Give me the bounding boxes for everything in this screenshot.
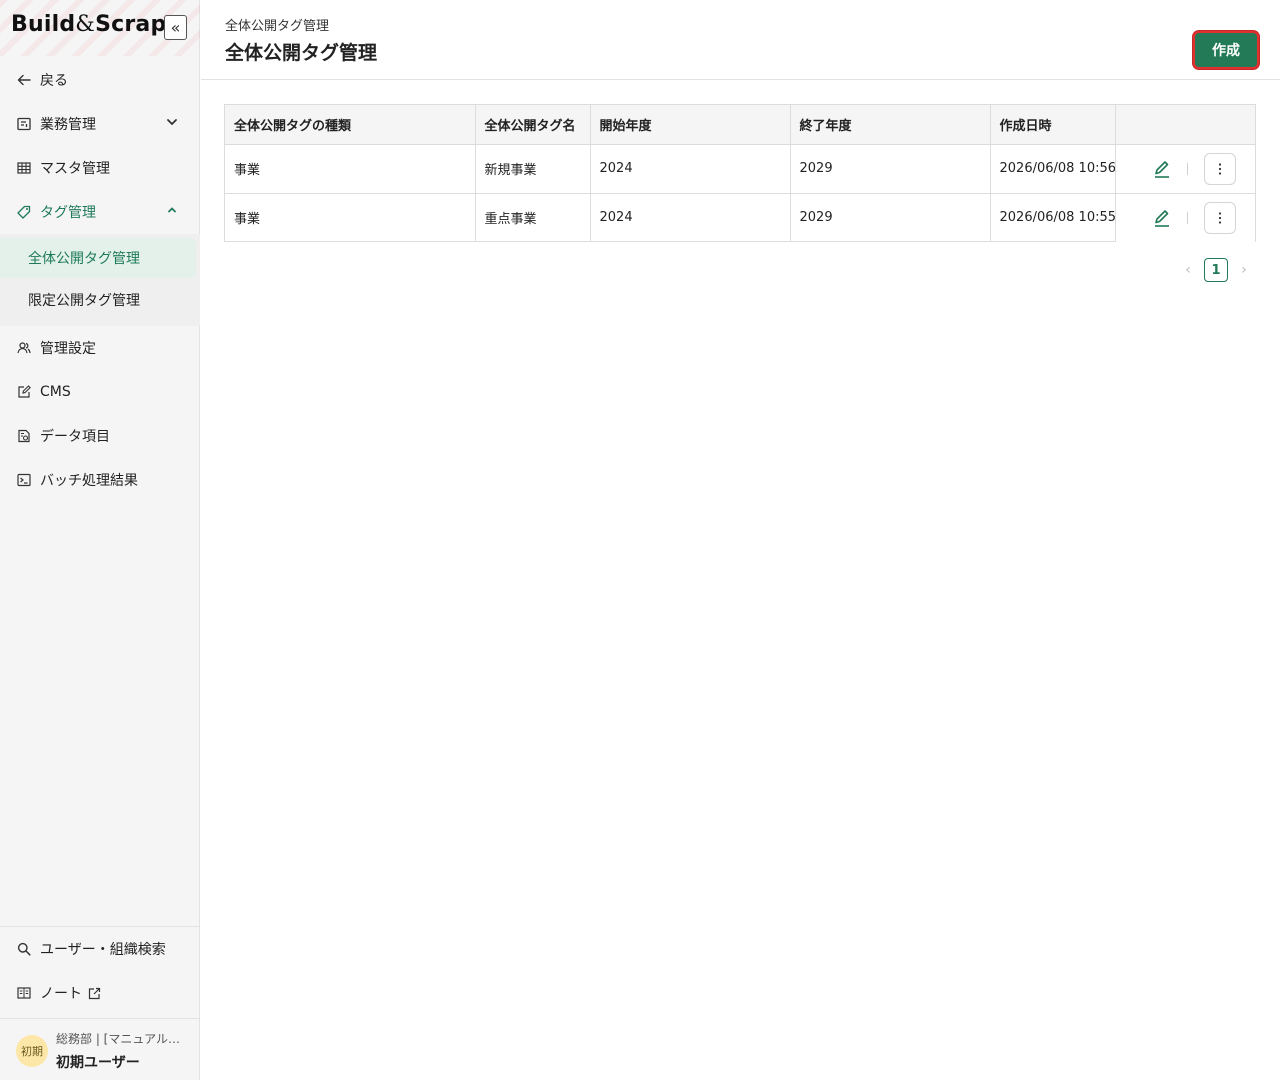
- cell-start-year: 2024: [590, 144, 791, 194]
- divider: [1186, 211, 1188, 224]
- divider: [1186, 162, 1188, 175]
- column-header-start-year[interactable]: 開始年度: [590, 105, 791, 145]
- sidebar-item-tags[interactable]: タグ管理: [0, 190, 200, 234]
- edit-icon: [16, 384, 32, 400]
- user-organization: 総務部 | [マニュアル…: [56, 1032, 180, 1046]
- cell-end-year: 2029: [790, 144, 991, 194]
- avatar: 初期: [16, 1035, 48, 1067]
- task-icon: [16, 116, 32, 132]
- cell-tag-type: 事業: [225, 193, 476, 242]
- sidebar-item-admin-settings[interactable]: 管理設定: [0, 326, 200, 370]
- cell-created-at: 2026/06/08 10:56:0: [990, 144, 1116, 194]
- column-header-actions: [1115, 105, 1255, 145]
- page-header: 全体公開タグ管理 全体公開タグ管理 作成: [201, 0, 1280, 80]
- table-icon: [16, 160, 32, 176]
- back-label: 戻る: [40, 73, 68, 89]
- kebab-menu-icon: [1218, 212, 1221, 224]
- sidebar-nav: 戻る 業務管理 マスタ管理 タグ管理 全体公開タグ管理 限定公開タグ管理 管理設…: [0, 58, 200, 502]
- cell-start-year: 2024: [590, 193, 791, 242]
- sidebar-subitem-public-tags[interactable]: 全体公開タグ管理: [0, 238, 196, 278]
- sidebar-item-label: データ項目: [40, 429, 110, 445]
- column-header-tag-type[interactable]: 全体公開タグの種類: [225, 105, 476, 145]
- table-row[interactable]: 事業 新規事業 2024 2029 2026/06/08 10:56:0: [225, 144, 1255, 194]
- sidebar-item-label: マスタ管理: [40, 161, 110, 177]
- terminal-icon: [16, 472, 32, 488]
- breadcrumb: 全体公開タグ管理: [225, 19, 330, 34]
- cell-created-at: 2026/06/08 10:55:5: [990, 193, 1116, 242]
- edit-button[interactable]: [1151, 207, 1173, 229]
- cell-tag-name: 新規事業: [475, 144, 591, 194]
- next-page-button[interactable]: ›: [1236, 258, 1252, 282]
- column-header-end-year[interactable]: 終了年度: [790, 105, 991, 145]
- cell-tag-name: 重点事業: [475, 193, 591, 242]
- sidebar-bottom-nav: ユーザー・組織検索 ノート: [0, 926, 200, 1015]
- user-name: 初期ユーザー: [56, 1055, 140, 1071]
- app-logo[interactable]: Build&Scrap: [11, 12, 166, 37]
- sidebar-subitem-label: 限定公開タグ管理: [28, 293, 140, 309]
- tag-submenu: 全体公開タグ管理 限定公開タグ管理: [0, 234, 200, 326]
- sidebar-item-cms[interactable]: CMS: [0, 370, 200, 414]
- book-icon: [16, 985, 32, 1001]
- logo-text-build: Build: [11, 12, 76, 37]
- double-chevron-left-icon: «: [170, 18, 181, 37]
- sidebar-item-note[interactable]: ノート: [0, 971, 200, 1015]
- page-number-current[interactable]: 1: [1204, 258, 1228, 282]
- external-link-icon: [88, 987, 101, 1000]
- pencil-icon: [1154, 209, 1169, 227]
- chevron-up-icon: [166, 204, 178, 220]
- logo-area: Build&Scrap «: [0, 0, 200, 56]
- table-row[interactable]: 事業 重点事業 2024 2029 2026/06/08 10:55:5: [225, 193, 1255, 242]
- sidebar-item-label: タグ管理: [40, 205, 96, 221]
- user-profile[interactable]: 初期 総務部 | [マニュアル… 初期ユーザー: [0, 1018, 200, 1080]
- more-options-button[interactable]: [1203, 201, 1236, 234]
- arrow-left-icon: [16, 72, 32, 88]
- sidebar-item-label: ユーザー・組織検索: [40, 942, 166, 958]
- sidebar-item-label: バッチ処理結果: [40, 473, 138, 489]
- cell-tag-type: 事業: [225, 144, 476, 194]
- sidebar-item-user-search[interactable]: ユーザー・組織検索: [0, 927, 200, 971]
- back-link[interactable]: 戻る: [0, 58, 200, 102]
- edit-button[interactable]: [1151, 158, 1173, 180]
- cell-actions: [1115, 193, 1255, 242]
- sidebar: Build&Scrap « 戻る 業務管理 マスタ管理 タグ管理 全体公開タグ管…: [0, 0, 200, 1080]
- logo-ampersand: &: [75, 12, 96, 37]
- prev-page-button[interactable]: ‹: [1180, 258, 1196, 282]
- sidebar-item-data-fields[interactable]: データ項目: [0, 414, 200, 458]
- column-header-created-at[interactable]: 作成日時: [990, 105, 1116, 145]
- sidebar-item-label: ノート: [40, 986, 82, 1002]
- sidebar-item-label: CMS: [40, 384, 71, 400]
- kebab-menu-icon: [1218, 162, 1221, 175]
- sidebar-item-label: 管理設定: [40, 341, 96, 357]
- logo-text-scrap: Scrap: [95, 12, 167, 37]
- more-options-button[interactable]: [1203, 152, 1236, 185]
- data-icon: [16, 428, 32, 444]
- page-title: 全体公開タグ管理: [225, 42, 378, 64]
- users-icon: [16, 340, 32, 356]
- sidebar-item-batch-results[interactable]: バッチ処理結果: [0, 458, 200, 502]
- sidebar-item-label: 業務管理: [40, 117, 96, 133]
- chevron-down-icon: [166, 116, 178, 132]
- pencil-icon: [1154, 160, 1169, 178]
- sidebar-subitem-limited-tags[interactable]: 限定公開タグ管理: [0, 280, 196, 320]
- cell-end-year: 2029: [790, 193, 991, 242]
- search-icon: [16, 941, 32, 957]
- sidebar-item-master[interactable]: マスタ管理: [0, 146, 200, 190]
- sidebar-subitem-label: 全体公開タグ管理: [28, 251, 140, 267]
- sidebar-collapse-button[interactable]: «: [164, 15, 187, 40]
- sidebar-item-business[interactable]: 業務管理: [0, 102, 200, 146]
- pagination: ‹ 1 ›: [1180, 258, 1252, 282]
- cell-actions: [1115, 144, 1255, 194]
- column-header-tag-name[interactable]: 全体公開タグ名: [475, 105, 591, 145]
- table-header-row: 全体公開タグの種類 全体公開タグ名 開始年度 終了年度 作成日時: [225, 105, 1255, 145]
- tags-table: 全体公開タグの種類 全体公開タグ名 開始年度 終了年度 作成日時 事業 新規事業…: [224, 104, 1256, 242]
- tag-icon: [16, 204, 32, 220]
- create-button[interactable]: 作成: [1193, 31, 1259, 69]
